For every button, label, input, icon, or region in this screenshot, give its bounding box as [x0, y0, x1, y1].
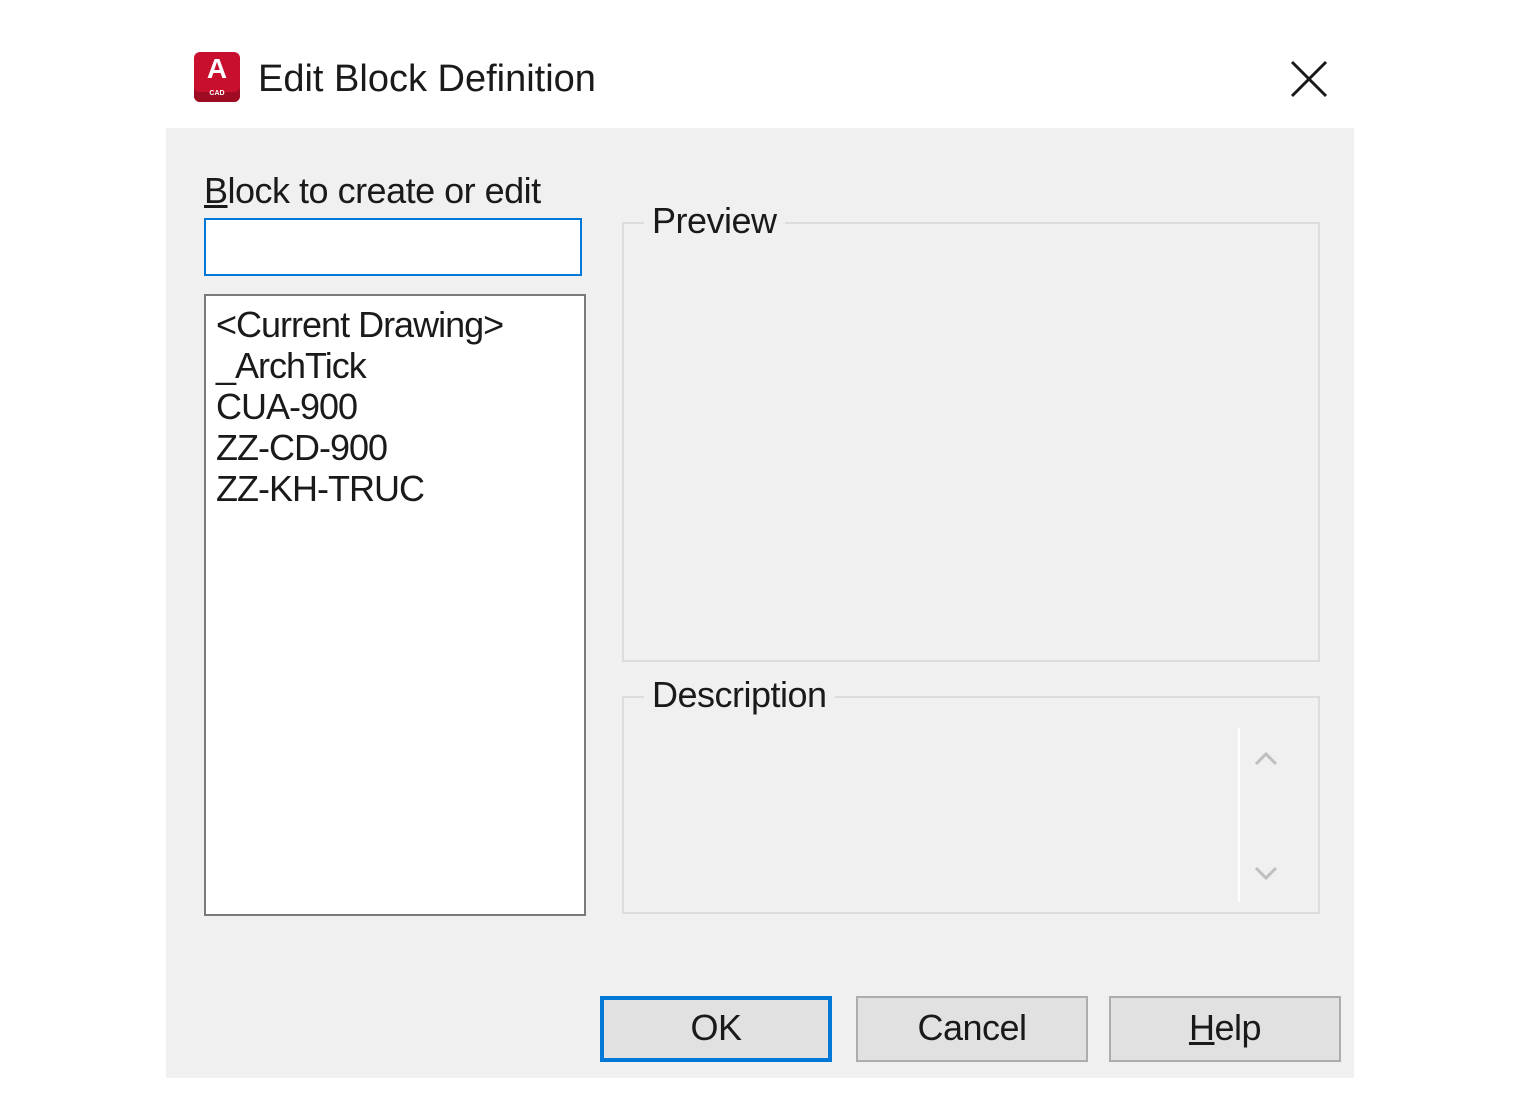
preview-group: Preview	[622, 200, 1320, 662]
list-item[interactable]: ZZ-CD-900	[216, 427, 584, 468]
scroll-up-button[interactable]	[1250, 742, 1282, 774]
list-item[interactable]: <Current Drawing>	[216, 304, 584, 345]
preview-label: Preview	[644, 200, 785, 242]
ok-button[interactable]: OK	[600, 996, 832, 1062]
help-button[interactable]: Help	[1109, 996, 1341, 1062]
block-list[interactable]: <Current Drawing> _ArchTick CUA-900 ZZ-C…	[204, 294, 586, 916]
block-name-label: Block to create or edit	[204, 170, 541, 212]
close-icon	[1290, 60, 1328, 98]
block-label-text: lock to create or edit	[227, 170, 542, 211]
cancel-button[interactable]: Cancel	[856, 996, 1088, 1062]
help-mnemonic: H	[1188, 1007, 1215, 1048]
dialog-title: Edit Block Definition	[258, 58, 596, 100]
description-field[interactable]	[640, 728, 1234, 902]
dialog-window: A CAD Edit Block Definition Block to cre…	[0, 0, 1520, 1110]
chevron-down-icon	[1254, 866, 1278, 881]
chevron-up-icon	[1254, 751, 1278, 766]
description-group: Description	[622, 674, 1320, 914]
block-name-input[interactable]	[204, 218, 582, 276]
description-scrollbar[interactable]	[1238, 728, 1290, 902]
app-icon-subtext: CAD	[209, 90, 225, 97]
scroll-down-button[interactable]	[1250, 858, 1282, 890]
description-label: Description	[644, 674, 835, 716]
list-item[interactable]: ZZ-KH-TRUC	[216, 468, 584, 509]
list-item[interactable]: _ArchTick	[216, 345, 584, 386]
list-item[interactable]: CUA-900	[216, 386, 584, 427]
help-label-rest: elp	[1214, 1007, 1262, 1048]
title-bar: A CAD Edit Block Definition	[166, 40, 1354, 128]
autocad-app-icon: A CAD	[194, 52, 240, 102]
app-icon-letter: A	[206, 53, 228, 84]
dialog-body: Block to create or edit <Current Drawing…	[166, 128, 1354, 1078]
close-button[interactable]	[1274, 50, 1342, 106]
block-label-mnemonic: B	[204, 170, 228, 211]
